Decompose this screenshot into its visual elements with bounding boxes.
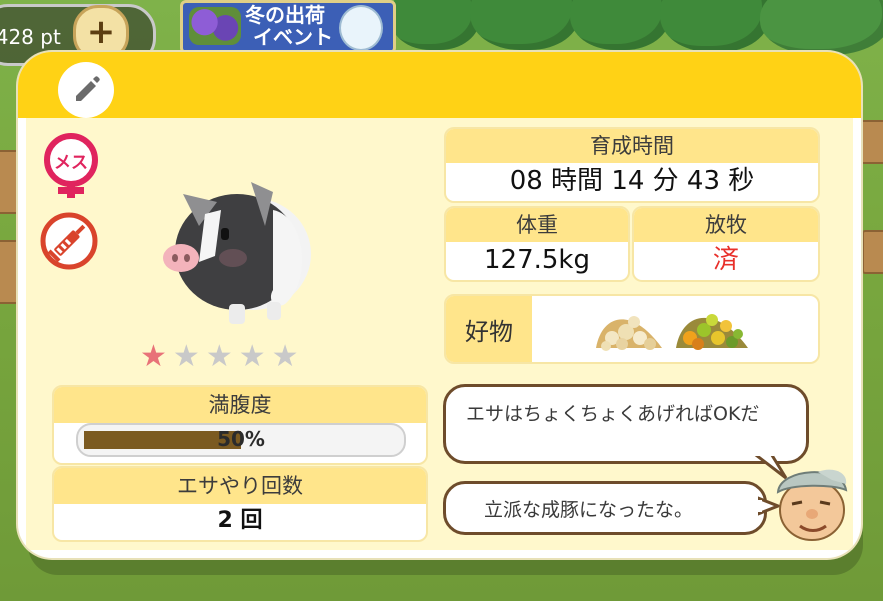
star-empty-icon: ★: [238, 339, 266, 374]
tree: [660, 0, 770, 52]
favorite-food-box: 好物: [444, 294, 820, 364]
satiety-percent: 50%: [217, 427, 265, 451]
feed-pile-cream-icon: [596, 316, 662, 351]
points-text: 7428 pt: [0, 25, 61, 49]
feed-pile-veggie-icon: [676, 314, 748, 350]
grazing-value: 済: [712, 245, 739, 275]
farmer-face-icon: [776, 469, 848, 541]
weight-title: 体重: [446, 208, 628, 242]
panel-header: [18, 52, 861, 118]
raise-time-title: 育成時間: [446, 129, 818, 163]
raise-time-box: 育成時間 08 時間 14 分 43 秒: [444, 127, 820, 203]
flower-icon: [189, 7, 241, 45]
star-empty-icon: ★: [205, 339, 233, 374]
fence-post: [862, 230, 883, 274]
syringe-icon: [40, 212, 98, 270]
star-empty-icon: ★: [172, 339, 200, 374]
favorite-food-title: 好物: [446, 296, 532, 362]
raise-time-value: 08 時間 14 分 43 秒: [509, 166, 755, 196]
edit-name-button[interactable]: [58, 62, 114, 118]
star-empty-icon: ★: [271, 339, 299, 374]
comment-text: 立派な成豚になったな。: [484, 499, 694, 521]
feed-count-box: エサやり回数 2 回: [52, 466, 428, 542]
tree: [570, 0, 670, 50]
satiety-title: 満腹度: [54, 387, 426, 423]
grazing-box: 放牧 済: [632, 206, 820, 282]
star-filled-icon: ★: [140, 339, 167, 374]
comment-bubble: 立派な成豚になったな。: [443, 481, 767, 535]
hint-text: エサはちょくちょくあげればOKだ: [466, 403, 760, 425]
tree: [470, 0, 580, 50]
gender-label: メス: [54, 153, 88, 173]
weight-value: 127.5kg: [484, 245, 590, 275]
pencil-icon: [76, 76, 100, 101]
event-title-line2: イベント: [253, 25, 333, 49]
feed-count-value: 2 回: [217, 508, 263, 533]
grazing-title: 放牧: [634, 208, 818, 242]
satiety-gauge: 50%: [76, 423, 406, 457]
tree: [390, 0, 480, 50]
rating-stars: ★ ★ ★ ★ ★: [140, 342, 299, 372]
satiety-box: 満腹度 50%: [52, 385, 428, 465]
snowman-icon: [339, 5, 383, 51]
event-banner[interactable]: 冬の出荷 イベント: [180, 0, 396, 54]
tree: [760, 0, 883, 55]
feed-count-title: エサやり回数: [54, 468, 426, 504]
pig-illustration: [163, 182, 311, 324]
weight-box: 体重 127.5kg: [444, 206, 630, 282]
